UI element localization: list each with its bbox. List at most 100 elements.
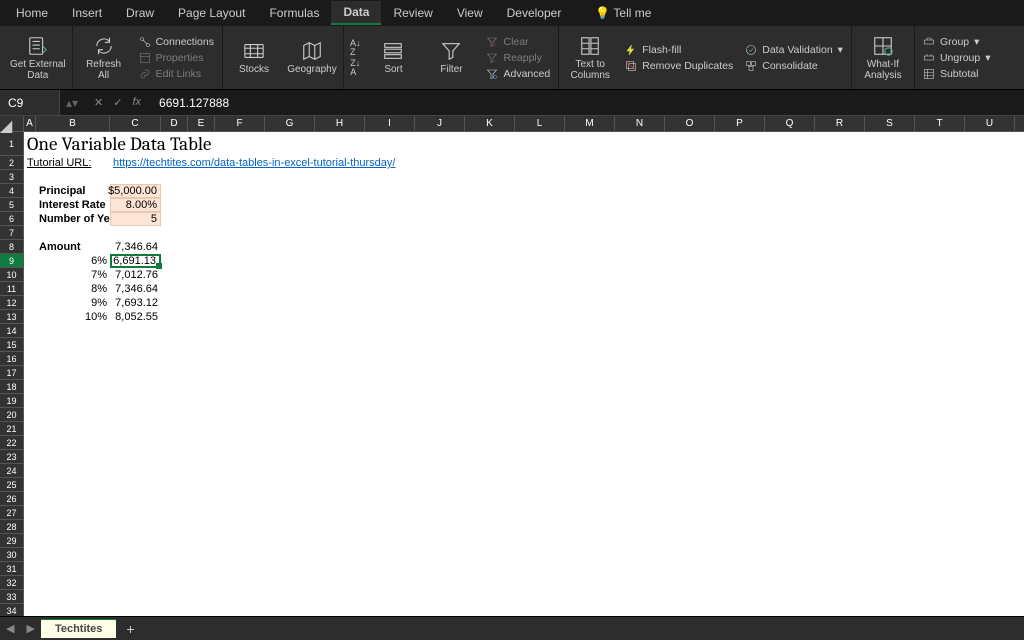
fx-icon[interactable]: fx — [132, 96, 141, 109]
title-cell[interactable]: One Variable Data Table — [24, 132, 365, 156]
row-header-19[interactable]: 19 — [0, 394, 24, 408]
rate-label[interactable]: Interest Rate — [36, 198, 110, 212]
row-header-28[interactable]: 28 — [0, 520, 24, 534]
clear-button[interactable]: Clear — [484, 35, 552, 49]
row-header-12[interactable]: 12 — [0, 296, 24, 310]
row-header-29[interactable]: 29 — [0, 534, 24, 548]
row-header-22[interactable]: 22 — [0, 436, 24, 450]
row-header-24[interactable]: 24 — [0, 464, 24, 478]
col-header-D[interactable]: D — [161, 116, 188, 132]
col-header-T[interactable]: T — [915, 116, 965, 132]
menu-page-layout[interactable]: Page Layout — [166, 2, 257, 24]
what-if-button[interactable]: What-If Analysis — [858, 35, 908, 81]
table-amt[interactable]: 7,693.12 — [110, 296, 161, 310]
reapply-button[interactable]: Reapply — [484, 51, 552, 65]
menu-insert[interactable]: Insert — [60, 2, 114, 24]
years-label[interactable]: Number of Years — [36, 212, 110, 226]
row-header-21[interactable]: 21 — [0, 422, 24, 436]
edit-links-button[interactable]: Edit Links — [137, 67, 216, 81]
tutorial-label[interactable]: Tutorial URL: — [24, 156, 110, 170]
col-header-U[interactable]: U — [965, 116, 1015, 132]
sort-asc-button[interactable]: A↓Z — [350, 39, 361, 57]
connections-button[interactable]: Connections — [137, 35, 216, 49]
principal-label[interactable]: Principal — [36, 184, 110, 198]
row-header-3[interactable]: 3 — [0, 170, 24, 184]
row-header-27[interactable]: 27 — [0, 506, 24, 520]
col-header-V[interactable]: V — [1015, 116, 1024, 132]
add-sheet-button[interactable]: + — [116, 621, 144, 637]
tell-me[interactable]: 💡 Tell me — [583, 2, 663, 24]
confirm-icon[interactable]: ✓ — [113, 96, 122, 109]
row-header-4[interactable]: 4 — [0, 184, 24, 198]
col-header-Q[interactable]: Q — [765, 116, 815, 132]
tab-next[interactable]: ▶ — [20, 622, 40, 635]
refresh-all-button[interactable]: Refresh All — [79, 35, 129, 81]
row-header-10[interactable]: 10 — [0, 268, 24, 282]
get-external-data-button[interactable]: Get External Data — [10, 35, 66, 81]
properties-button[interactable]: Properties — [137, 51, 216, 65]
menu-view[interactable]: View — [445, 2, 495, 24]
row-header-34[interactable]: 34 — [0, 604, 24, 616]
row-header-8[interactable]: 8 — [0, 240, 24, 254]
col-header-A[interactable]: A — [24, 116, 36, 132]
col-header-C[interactable]: C — [110, 116, 161, 132]
col-header-S[interactable]: S — [865, 116, 915, 132]
row-header-30[interactable]: 30 — [0, 548, 24, 562]
menu-home[interactable]: Home — [4, 2, 60, 24]
worksheet[interactable]: ◢ ABCDEFGHIJKLMNOPQRSTUV 123456789101112… — [0, 116, 1024, 616]
tab-prev[interactable]: ◀ — [0, 622, 20, 635]
col-header-O[interactable]: O — [665, 116, 715, 132]
select-all-corner[interactable]: ◢ — [0, 116, 24, 132]
amount-value[interactable]: 7,346.64 — [110, 240, 161, 254]
row-header-16[interactable]: 16 — [0, 352, 24, 366]
row-header-23[interactable]: 23 — [0, 450, 24, 464]
table-amt[interactable]: 7,012.76 — [110, 268, 161, 282]
cancel-icon[interactable]: ✕ — [94, 96, 103, 109]
row-header-32[interactable]: 32 — [0, 576, 24, 590]
row-header-13[interactable]: 13 — [0, 310, 24, 324]
data-validation-button[interactable]: Data Validation ▾ — [743, 43, 845, 57]
principal-value[interactable]: $5,000.00 — [110, 184, 161, 198]
table-pct[interactable]: 10% — [36, 310, 110, 324]
row-header-26[interactable]: 26 — [0, 492, 24, 506]
col-header-K[interactable]: K — [465, 116, 515, 132]
col-header-R[interactable]: R — [815, 116, 865, 132]
row-header-1[interactable]: 1 — [0, 132, 24, 156]
col-header-J[interactable]: J — [415, 116, 465, 132]
amount-label[interactable]: Amount — [36, 240, 110, 254]
menu-data[interactable]: Data — [331, 1, 381, 25]
formula-input[interactable]: 6691.127888 — [151, 96, 1024, 110]
geography-button[interactable]: Geography — [287, 40, 337, 75]
sort-button[interactable]: Sort — [368, 40, 418, 75]
table-pct[interactable]: 8% — [36, 282, 110, 296]
row-header-18[interactable]: 18 — [0, 380, 24, 394]
menu-review[interactable]: Review — [381, 2, 444, 24]
group-button[interactable]: Group ▾ — [921, 35, 993, 49]
remove-duplicates-button[interactable]: Remove Duplicates — [623, 59, 735, 73]
row-header-9[interactable]: 9 — [0, 254, 24, 268]
text-to-columns-button[interactable]: Text to Columns — [565, 35, 615, 81]
consolidate-button[interactable]: Consolidate — [743, 59, 845, 73]
sheet-tab[interactable]: Techtites — [41, 619, 116, 638]
col-header-F[interactable]: F — [215, 116, 265, 132]
row-header-33[interactable]: 33 — [0, 590, 24, 604]
row-header-5[interactable]: 5 — [0, 198, 24, 212]
ungroup-button[interactable]: Ungroup ▾ — [921, 51, 993, 65]
table-pct[interactable]: 7% — [36, 268, 110, 282]
row-header-20[interactable]: 20 — [0, 408, 24, 422]
table-amt[interactable]: 7,346.64 — [110, 282, 161, 296]
advanced-button[interactable]: Advanced — [484, 67, 552, 81]
row-header-7[interactable]: 7 — [0, 226, 24, 240]
col-header-P[interactable]: P — [715, 116, 765, 132]
col-header-L[interactable]: L — [515, 116, 565, 132]
col-header-I[interactable]: I — [365, 116, 415, 132]
menu-draw[interactable]: Draw — [114, 2, 166, 24]
row-header-11[interactable]: 11 — [0, 282, 24, 296]
col-header-G[interactable]: G — [265, 116, 315, 132]
table-pct[interactable]: 9% — [36, 296, 110, 310]
years-value[interactable]: 5 — [110, 212, 161, 226]
filter-button[interactable]: Filter — [426, 40, 476, 75]
row-header-31[interactable]: 31 — [0, 562, 24, 576]
rate-value[interactable]: 8.00% — [110, 198, 161, 212]
menu-developer[interactable]: Developer — [495, 2, 574, 24]
